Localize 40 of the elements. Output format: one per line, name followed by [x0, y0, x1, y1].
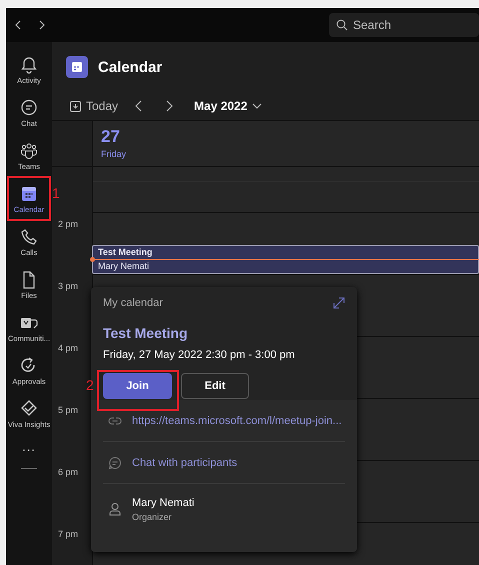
time-label: 5 pm — [57, 404, 80, 415]
time-label: 6 pm — [57, 466, 80, 477]
teams-icon — [19, 140, 39, 160]
chat-icon — [19, 98, 39, 118]
event-organizer: Mary Nemati — [98, 261, 150, 272]
time-label: 3 pm — [57, 280, 80, 291]
calendar-icon — [70, 100, 81, 112]
organizer-role: Organizer — [132, 512, 173, 522]
expand-icon[interactable] — [333, 297, 345, 309]
time-label: 7 pm — [57, 528, 80, 539]
today-button[interactable]: Today — [70, 99, 118, 113]
time-label: 2 pm — [57, 218, 80, 229]
edit-button[interactable]: Edit — [181, 373, 249, 399]
chevron-down-icon — [252, 101, 262, 111]
insights-icon — [19, 398, 39, 418]
person-icon — [108, 502, 122, 516]
meeting-title: Test Meeting — [103, 325, 189, 341]
weekday-label: Friday — [101, 149, 128, 159]
bell-icon — [19, 54, 39, 74]
page-title: Calendar — [98, 58, 162, 76]
month-picker[interactable]: May 2022 — [194, 99, 262, 113]
time-label: 4 pm — [57, 342, 80, 353]
search-icon — [336, 19, 348, 31]
highlight-frame — [7, 176, 51, 221]
step-number: 1 — [52, 185, 60, 201]
chat-link[interactable]: Chat with participants — [132, 456, 238, 468]
chat-icon — [108, 456, 122, 470]
phone-icon — [19, 226, 39, 246]
meeting-time: Friday, 27 May 2022 2:30 pm - 3:00 pm — [103, 349, 296, 361]
event-title: Test Meeting — [98, 247, 152, 258]
search-field[interactable]: Search — [329, 13, 479, 37]
calendar-event[interactable]: Test Meeting Mary Nemati — [92, 245, 479, 274]
join-button[interactable]: Join — [103, 373, 172, 399]
day-number: 27 — [101, 127, 121, 147]
calendar-name: My calendar — [103, 297, 163, 309]
calendar-logo-icon — [66, 56, 88, 78]
more-apps-button[interactable]: ... — [22, 439, 36, 454]
step-number: 2 — [86, 377, 94, 393]
organizer-name: Mary Nemati — [132, 496, 194, 508]
meeting-link[interactable]: https://teams.microsoft.com/l/meetup-join... — [132, 414, 342, 426]
